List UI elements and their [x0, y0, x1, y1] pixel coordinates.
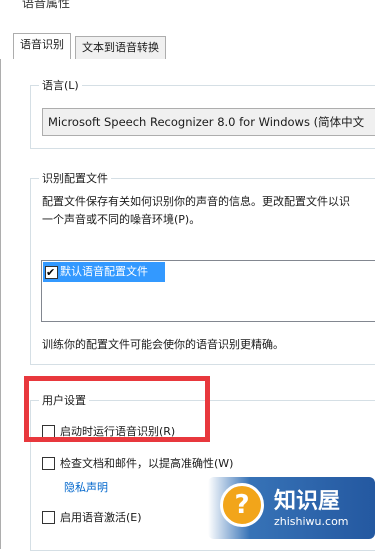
- language-group-label: 语言(L): [39, 77, 82, 93]
- training-note: 训练你的配置文件可能会使你的语音识别更精确。: [42, 338, 284, 351]
- profiles-group-label: 识别配置文件: [39, 170, 111, 186]
- review-documents-checkbox[interactable]: [42, 457, 55, 470]
- title-bar: 语音属性: [0, 0, 375, 22]
- watermark: ? 知识屋 zhishiwu.com: [208, 477, 375, 539]
- language-select[interactable]: Microsoft Speech Recognizer 8.0 for Wind…: [42, 108, 375, 136]
- profiles-description-line1: 配置文件保存有关如何识别你的声音的信息。更改配置文件以识: [42, 195, 350, 208]
- highlight-box: [24, 376, 210, 442]
- profiles-description-line2: 一个声音或不同的噪音环境(P)。: [42, 213, 201, 226]
- profile-item-default[interactable]: 默认语音配置文件: [43, 262, 165, 283]
- voice-activation-label: 启用语音激活(E): [60, 511, 142, 524]
- profiles-list[interactable]: 默认语音配置文件: [41, 260, 375, 322]
- review-documents-label: 检查文档和邮件，以提高准确性(W): [60, 457, 234, 470]
- profile-checkbox[interactable]: [45, 263, 58, 283]
- profile-item-label: 默认语音配置文件: [60, 265, 148, 278]
- privacy-statement-link[interactable]: 隐私声明: [64, 479, 108, 495]
- watermark-brand: 知识屋: [274, 489, 341, 514]
- tab-text-to-speech[interactable]: 文本到语音转换: [75, 36, 166, 59]
- tab-strip: 语音识别 文本到语音转换: [0, 33, 375, 60]
- watermark-domain: zhishiwu.com: [274, 515, 349, 528]
- voice-activation-checkbox[interactable]: [42, 511, 55, 524]
- tab-speech-recognition[interactable]: 语音识别: [13, 33, 71, 60]
- question-bulb-icon: ?: [220, 483, 264, 527]
- window-title: 语音属性: [22, 0, 71, 10]
